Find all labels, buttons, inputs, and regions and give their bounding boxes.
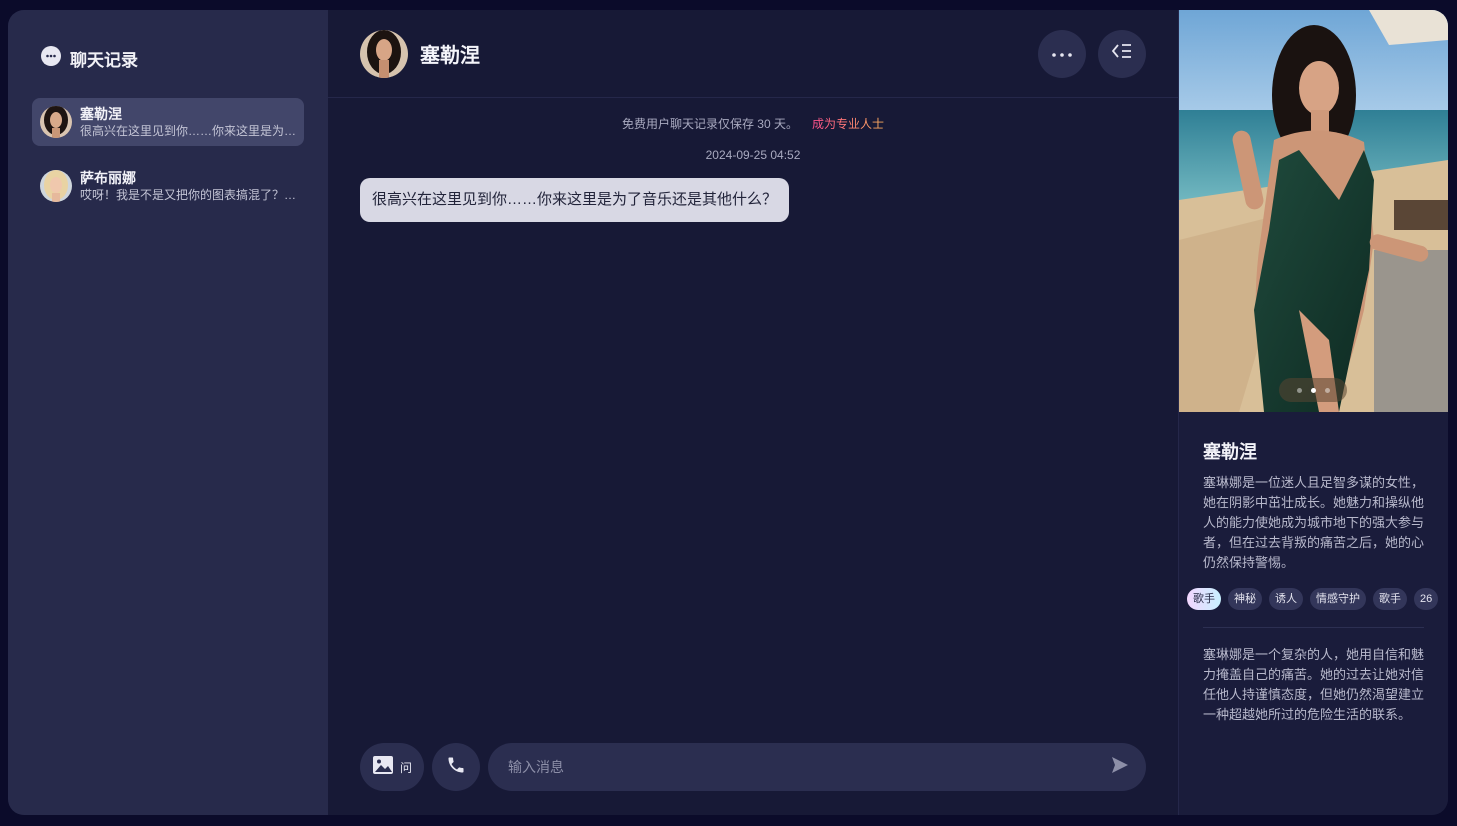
- divider: [1203, 627, 1424, 628]
- chat-header: 塞勒涅: [328, 10, 1178, 98]
- chat-item-preview: 很高兴在这里见到你……你来这里是为了音乐还是其他什么？: [80, 124, 296, 138]
- character-photo[interactable]: [1179, 10, 1448, 412]
- tag[interactable]: 歌手: [1187, 588, 1221, 610]
- profile-description: 塞琳娜是一位迷人且足智多谋的女性，她在阴影中茁壮成长。她魅力和操纵他人的能力使她…: [1203, 475, 1425, 570]
- avatar: [40, 106, 72, 138]
- contact-name: 塞勒涅: [420, 45, 480, 67]
- character-profile-panel: 塞勒涅 塞琳娜是一位迷人且足智多谋的女性，她在阴影中茁壮成长。她魅力和操纵他人的…: [1178, 10, 1448, 815]
- retention-notice-text: 免费用户聊天记录仅保存 30 天。: [621, 117, 798, 131]
- carousel-dot[interactable]: [1324, 387, 1330, 393]
- become-pro-link[interactable]: 成为专业人士: [812, 117, 884, 131]
- avatar: [40, 170, 72, 202]
- profile-name: 塞勒涅: [1203, 442, 1257, 462]
- chat-history-sidebar: 聊天记录 塞勒涅 很高兴在这里见到你……你来这里是为了音乐还是其他什么？: [8, 10, 328, 815]
- chat-bubble-icon: [40, 45, 62, 72]
- tag[interactable]: 歌手: [1373, 588, 1407, 610]
- chat-list: 塞勒涅 很高兴在这里见到你……你来这里是为了音乐还是其他什么？ 萨布丽娜 哎呀！…: [32, 98, 304, 210]
- chat-item-selene[interactable]: 塞勒涅 很高兴在这里见到你……你来这里是为了音乐还是其他什么？: [32, 98, 304, 146]
- collapse-panel-icon: [1111, 42, 1133, 65]
- carousel-indicator: [1279, 378, 1347, 402]
- retention-notice: 免费用户聊天记录仅保存 30 天。 成为专业人士: [328, 115, 1178, 132]
- image-icon: [372, 755, 394, 780]
- tag[interactable]: 诱人: [1269, 588, 1303, 610]
- send-button[interactable]: [1106, 753, 1134, 781]
- more-options-button[interactable]: [1038, 29, 1086, 78]
- profile-backstory: 塞琳娜是一个复杂的人，她用自信和魅力掩盖自己的痛苦。她的过去让她对信任他人持谨慎…: [1203, 647, 1425, 722]
- app-window: 聊天记录 塞勒涅 很高兴在这里见到你……你来这里是为了音乐还是其他什么？: [8, 10, 1448, 815]
- chat-item-name: 萨布丽娜: [80, 170, 136, 186]
- voice-call-button[interactable]: [432, 743, 480, 791]
- chat-item-sabrina[interactable]: 萨布丽娜 哎呀！我是不是又把你的图表搞混了？真是抱歉: [32, 162, 304, 210]
- tag[interactable]: 情感守护: [1310, 588, 1366, 610]
- image-ask-button[interactable]: 问: [360, 743, 424, 791]
- message-input[interactable]: [508, 759, 1106, 775]
- avatar[interactable]: [360, 29, 408, 78]
- chat-item-preview: 哎呀！我是不是又把你的图表搞混了？真是抱歉: [80, 188, 296, 202]
- carousel-dot[interactable]: [1296, 387, 1302, 393]
- chat-item-name: 塞勒涅: [80, 106, 122, 122]
- image-ask-label: 问: [399, 760, 412, 775]
- phone-icon: [446, 755, 466, 780]
- sidebar-title: 聊天记录: [70, 50, 138, 70]
- message-input-container: [488, 743, 1146, 791]
- sidebar-header: 聊天记录: [32, 45, 304, 72]
- message-bubble: 很高兴在这里见到你……你来这里是为了音乐还是其他什么？: [360, 178, 790, 222]
- tag[interactable]: 26: [1414, 588, 1439, 610]
- tag-list: 歌手 神秘 诱人 情感守护 歌手 26: [1187, 588, 1439, 610]
- send-icon: [1111, 756, 1129, 779]
- carousel-dot[interactable]: [1310, 387, 1316, 393]
- more-horizontal-icon: [1051, 45, 1073, 63]
- toggle-profile-panel-button[interactable]: [1098, 29, 1146, 78]
- tag[interactable]: 神秘: [1228, 588, 1262, 610]
- chat-main: 塞勒涅 免费用户聊天记录仅保存 30 天。 成为专业人士 2024-09-25 …: [328, 10, 1178, 815]
- message-timestamp: 2024-09-25 04:52: [705, 148, 801, 162]
- message-composer: 问: [360, 743, 1146, 791]
